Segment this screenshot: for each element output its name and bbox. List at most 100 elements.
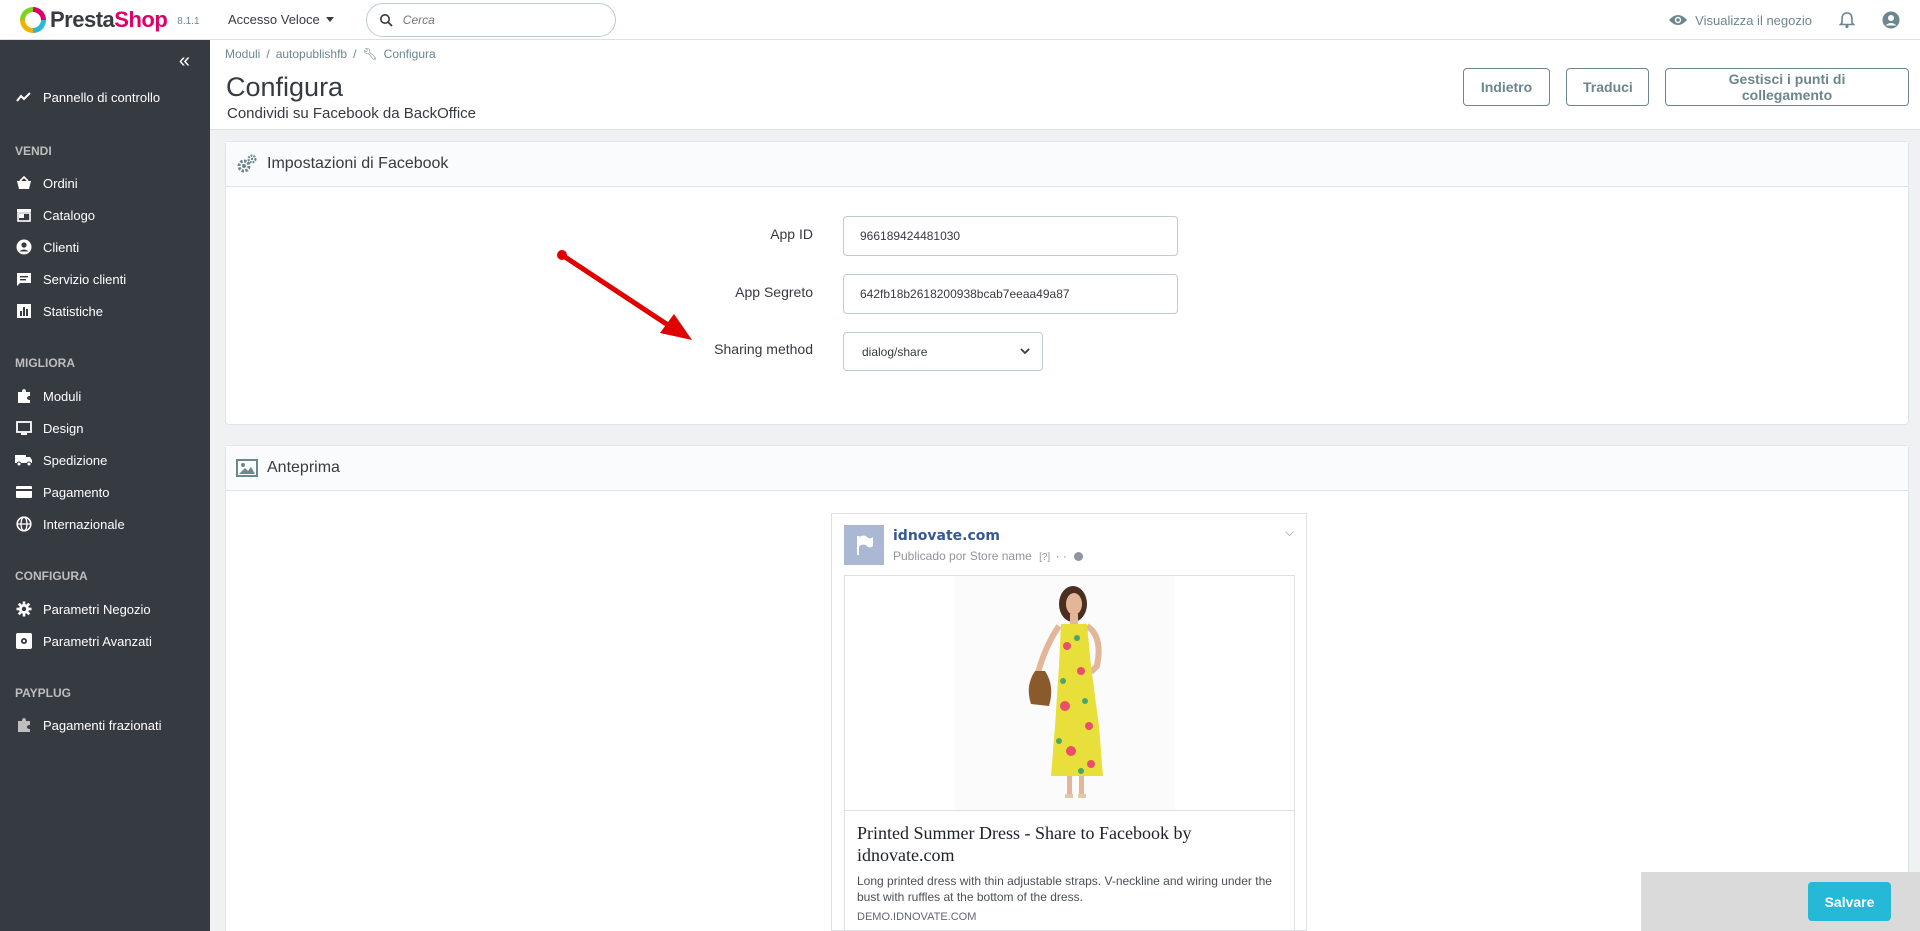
annotation-arrow-icon [557, 250, 692, 340]
breadcrumb-separator: / [353, 47, 357, 61]
chevron-down-icon[interactable]: ⌵ [1285, 525, 1294, 540]
page-subtitle: Condividi su Facebook da BackOffice [227, 105, 477, 122]
sidebar-item-split-payments[interactable]: Pagamenti frazionati [15, 716, 162, 734]
puzzle-icon [15, 716, 33, 734]
toolbar: Indietro Traduci Gestisci i punti di col… [1463, 68, 1909, 106]
view-shop-label: Visualizza il negozio [1695, 12, 1812, 28]
sharing-method-select[interactable]: dialog/share [843, 332, 1043, 371]
sidebar-item-label: Ordini [43, 175, 78, 191]
breadcrumb-item[interactable]: autopublishfb [276, 47, 347, 61]
panel-heading: Impostazioni di Facebook [226, 142, 1908, 187]
sidebar-item-orders[interactable]: Ordini [15, 174, 78, 192]
sidebar-item-label: Statistiche [43, 303, 103, 319]
sidebar: « Pannello di controllo VENDI Ordini Cat… [0, 40, 210, 931]
logo-text-shop: Shop [114, 6, 168, 32]
sidebar-item-design[interactable]: Design [15, 419, 83, 437]
flag-icon [857, 535, 873, 555]
quick-access-dropdown[interactable]: Accesso Veloce [228, 12, 334, 27]
sidebar-item-advanced-params[interactable]: Parametri Avanzati [15, 632, 152, 650]
view-shop-link[interactable]: Visualizza il negozio [1668, 13, 1812, 28]
sidebar-item-label: Parametri Avanzati [43, 633, 152, 649]
sidebar-section-improve: MIGLIORA [15, 356, 75, 370]
fb-help[interactable]: [?] [1039, 552, 1050, 563]
prestashop-logo[interactable]: PrestaShop 8.1.1 [20, 6, 210, 33]
fb-published-by-text: Publicado por Store name [893, 549, 1032, 563]
sidebar-item-payment[interactable]: Pagamento [15, 483, 110, 501]
sidebar-item-modules[interactable]: Moduli [15, 387, 81, 405]
sidebar-item-label: Catalogo [43, 207, 96, 223]
breadcrumb: Moduli / autopublishfb / 🔧︎ Configura [225, 47, 436, 61]
search-input[interactable] [402, 12, 593, 27]
breadcrumb-separator: / [266, 47, 270, 61]
header-right: Visualizza il negozio [1668, 0, 1900, 40]
panel-heading: Anteprima [226, 446, 1908, 491]
save-button[interactable]: Salvare [1808, 882, 1891, 921]
logo-text: PrestaShop [50, 6, 168, 33]
basket-icon [15, 174, 33, 192]
top-header: PrestaShop 8.1.1 Accesso Veloce Visualiz… [0, 0, 1920, 40]
link-title: Printed Summer Dress - Share to Facebook… [857, 823, 1192, 865]
breadcrumb-item: Configura [383, 47, 436, 61]
sidebar-item-customer-service[interactable]: Servizio clienti [15, 270, 126, 288]
sidebar-section-payplug: PAYPLUG [15, 686, 72, 700]
sidebar-section-sell: VENDI [15, 144, 52, 158]
logo-text-presta: Presta [50, 6, 115, 32]
account-icon[interactable] [1882, 11, 1900, 29]
back-button[interactable]: Indietro [1463, 68, 1550, 106]
credit-card-icon [15, 483, 33, 501]
sidebar-item-label: Moduli [43, 388, 82, 404]
chat-icon [15, 270, 33, 288]
panel-title: Anteprima [267, 459, 340, 476]
chevron-down-icon [1020, 348, 1030, 355]
sidebar-item-international[interactable]: Internazionale [15, 515, 125, 533]
cogs-icon [237, 154, 257, 173]
sidebar-item-label: Clienti [43, 239, 80, 255]
sidebar-item-stats[interactable]: Statistiche [15, 302, 103, 320]
truck-icon [15, 451, 33, 469]
link-preview-meta[interactable]: Printed Summer Dress - Share to Facebook… [844, 811, 1295, 931]
manage-hooks-button[interactable]: Gestisci i punti di collegamento [1665, 68, 1909, 106]
sidebar-item-catalog[interactable]: Catalogo [15, 206, 95, 224]
sidebar-item-label: Servizio clienti [43, 271, 127, 287]
sidebar-item-label: Spedizione [43, 452, 108, 468]
quick-access-label: Accesso Veloce [228, 12, 320, 27]
puzzle-icon [15, 387, 33, 405]
store-icon [15, 206, 33, 224]
sidebar-item-label: Pannello di controllo [43, 89, 161, 105]
wrench-icon: 🔧︎ [362, 47, 378, 61]
translate-button[interactable]: Traduci [1566, 68, 1649, 106]
sharing-method-value: dialog/share [862, 344, 928, 359]
sidebar-section-configure: CONFIGURA [15, 569, 88, 583]
facebook-settings-panel: Impostazioni di Facebook App ID App Segr… [225, 141, 1909, 425]
page-title: Configura [226, 72, 344, 102]
panel-title: Impostazioni di Facebook [267, 155, 449, 172]
account-circle-icon [15, 238, 33, 256]
eye-icon [1669, 15, 1688, 25]
globe-icon [1074, 552, 1084, 562]
sidebar-item-shop-params[interactable]: Parametri Negozio [15, 600, 151, 618]
collapse-sidebar-icon[interactable]: « [179, 50, 190, 73]
footer-save-bar: Salvare [1641, 872, 1920, 931]
trending-up-icon [15, 88, 33, 106]
sidebar-item-dashboard[interactable]: Pannello di controllo [15, 88, 160, 106]
sidebar-item-label: Internazionale [43, 516, 125, 532]
app-id-label: App ID [770, 226, 813, 242]
app-secret-input[interactable] [843, 274, 1178, 314]
sidebar-item-label: Parametri Negozio [43, 601, 151, 617]
version-label: 8.1.1 [177, 16, 200, 27]
prestashop-logo-icon [20, 6, 46, 33]
sidebar-item-shipping[interactable]: Spedizione [15, 451, 107, 469]
bar-chart-icon [15, 302, 33, 320]
app-id-input[interactable] [843, 216, 1178, 256]
image-icon [236, 459, 258, 477]
monitor-icon [15, 419, 33, 437]
fb-published-by: Publicado por Store name [?] · · [893, 549, 1084, 563]
bell-icon[interactable] [1838, 11, 1856, 29]
breadcrumb-item[interactable]: Moduli [225, 47, 260, 61]
sidebar-item-label: Pagamento [43, 484, 110, 500]
page-header: Moduli / autopublishfb / 🔧︎ Configura Co… [210, 40, 1920, 130]
settings-box-icon [15, 632, 33, 650]
search-box[interactable] [365, 2, 616, 37]
sidebar-item-customers[interactable]: Clienti [15, 238, 79, 256]
fb-site-name[interactable]: idnovate.com [893, 528, 1000, 544]
